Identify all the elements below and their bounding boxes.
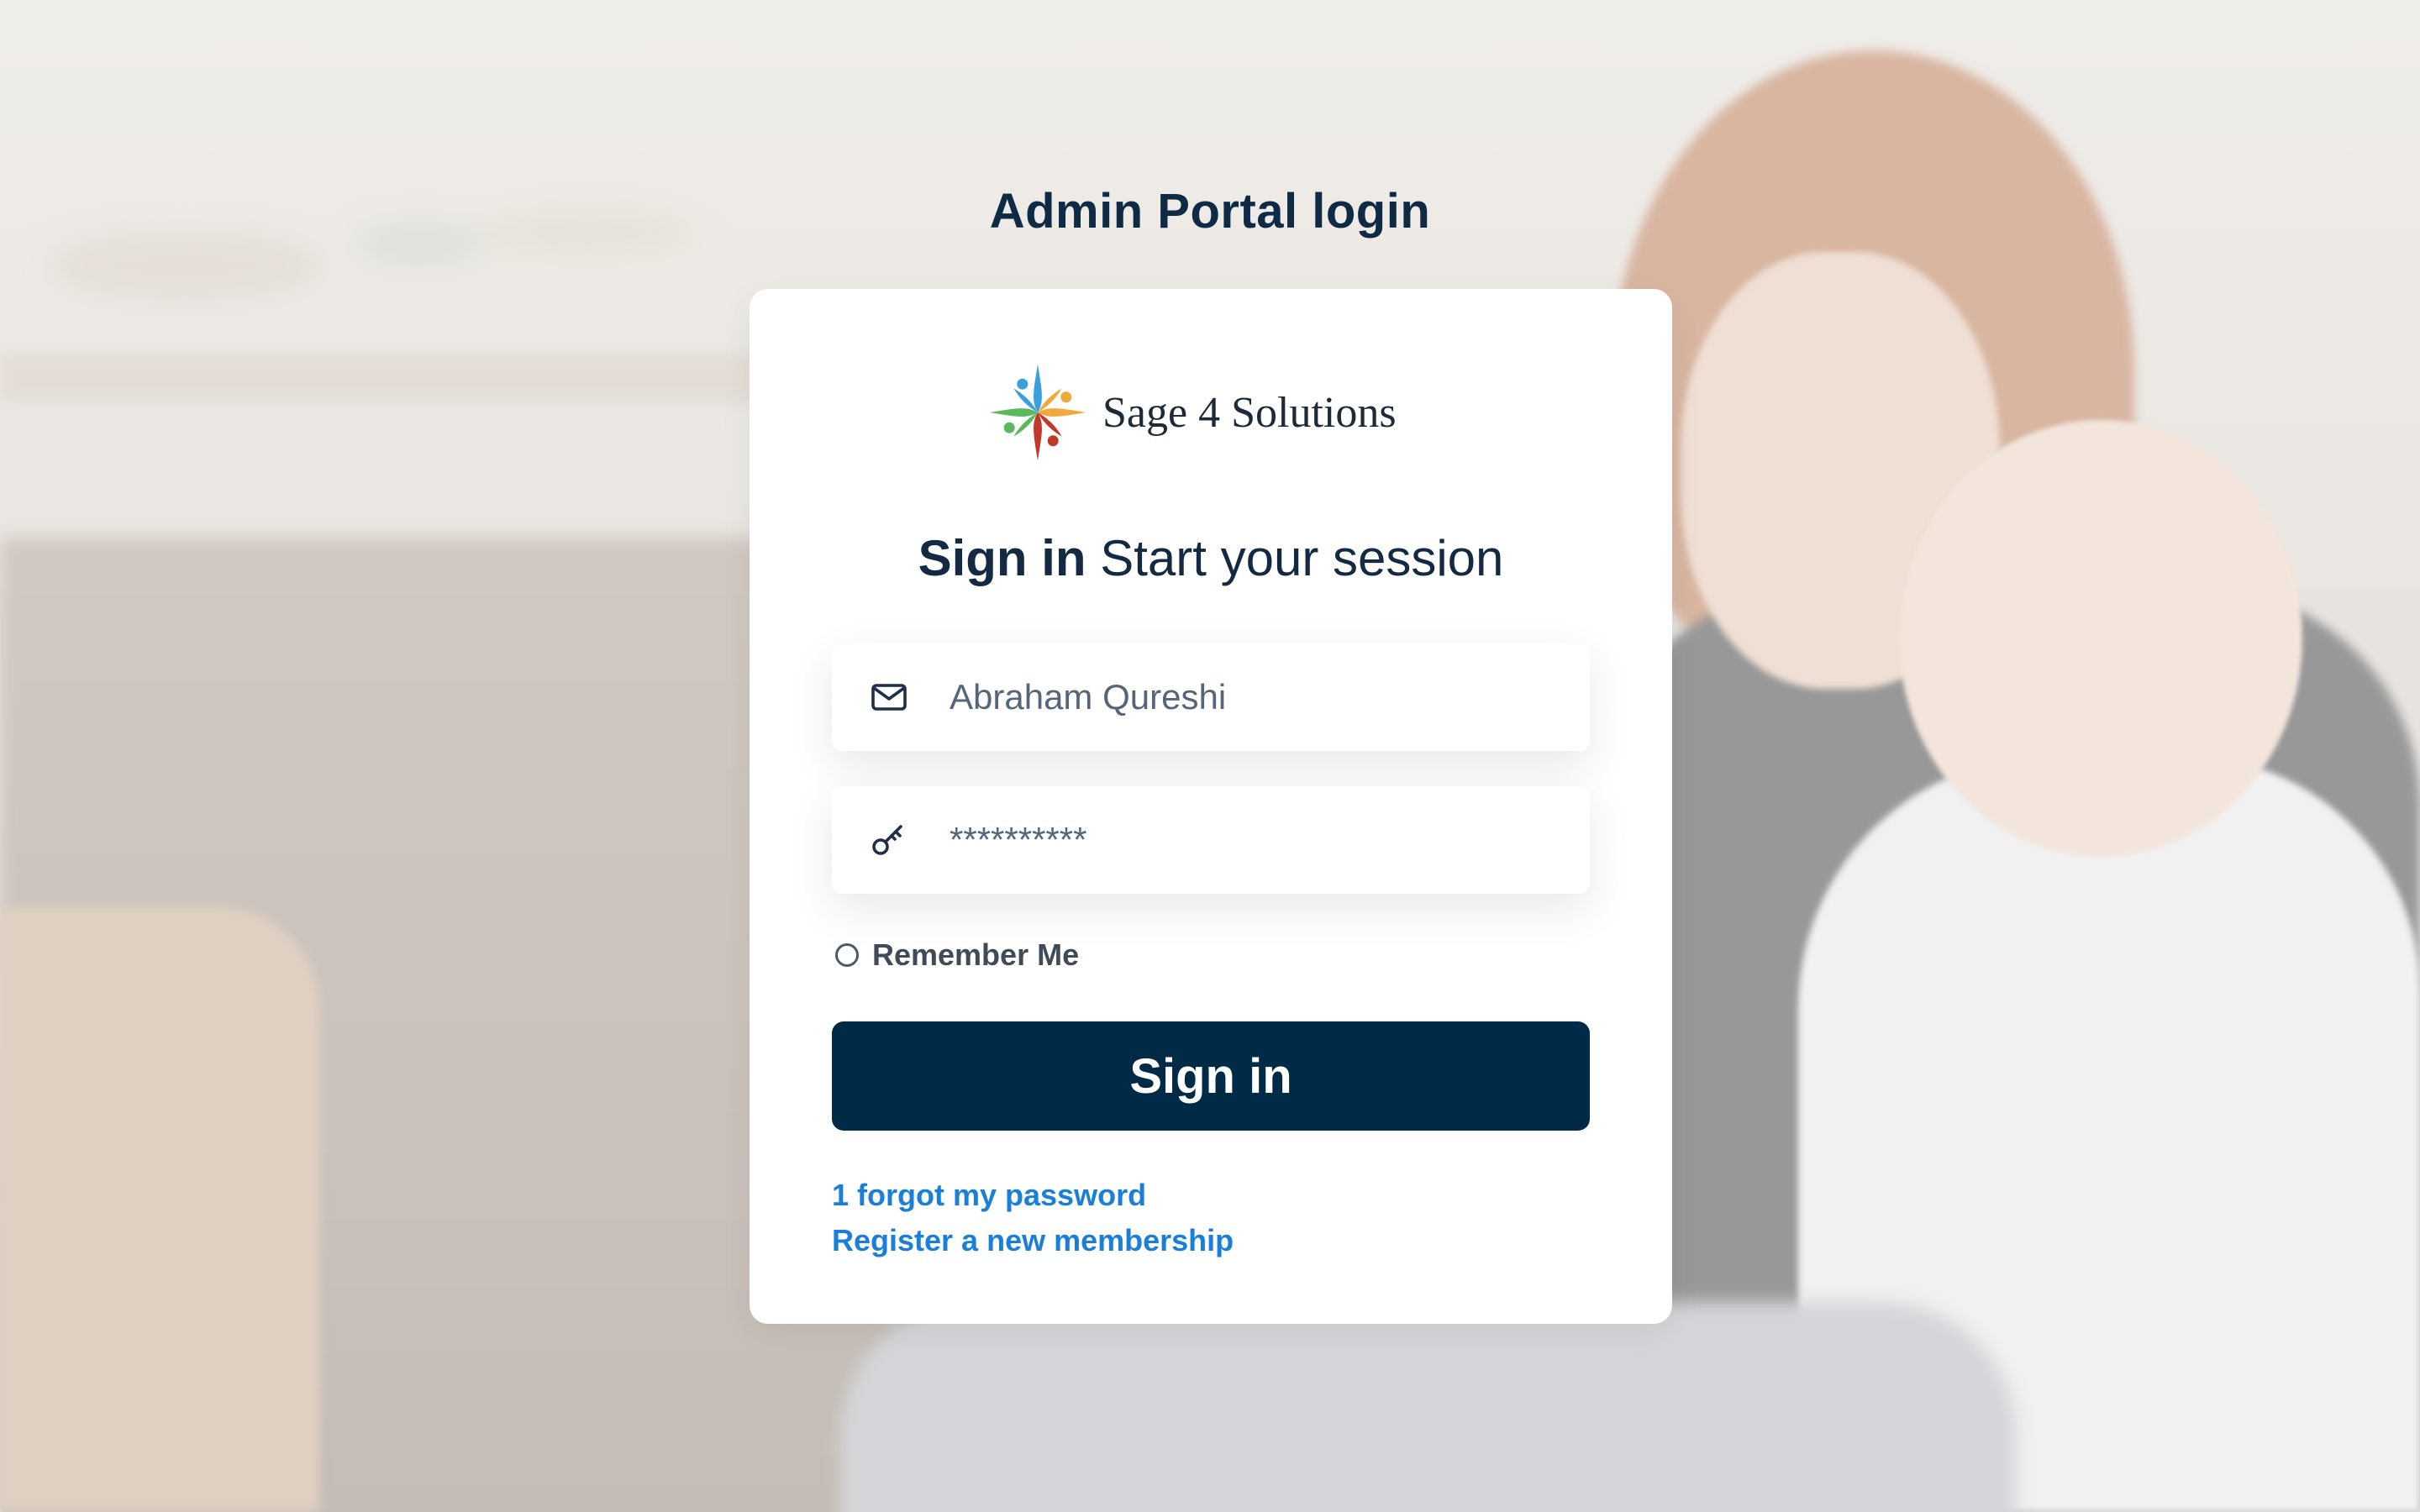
sign-in-button[interactable]: Sign in xyxy=(832,1021,1590,1131)
heading-strong: Sign in xyxy=(918,530,1086,586)
sign-in-heading: Sign in Start your session xyxy=(750,529,1672,587)
register-link[interactable]: Register a new membership xyxy=(832,1223,1234,1258)
remember-label: Remember Me xyxy=(872,937,1080,972)
login-card: Sage 4 Solutions Sign in Start your sess… xyxy=(750,289,1672,1324)
forgot-password-link[interactable]: 1 forgot my password xyxy=(832,1178,1146,1213)
remember-me[interactable]: Remember Me xyxy=(835,937,1079,973)
brand-logo: Sage 4 Solutions xyxy=(983,358,1397,467)
remember-radio[interactable] xyxy=(835,943,859,967)
password-input[interactable] xyxy=(950,786,1571,894)
brand-name: Sage 4 Solutions xyxy=(1102,388,1397,437)
page-title: Admin Portal login xyxy=(989,184,1431,239)
logo-icon xyxy=(989,364,1086,461)
key-icon xyxy=(869,820,909,860)
email-field[interactable] xyxy=(832,643,1590,751)
mail-icon xyxy=(869,677,909,717)
email-input[interactable] xyxy=(950,643,1571,751)
heading-rest: Start your session xyxy=(1100,530,1504,586)
password-field[interactable] xyxy=(832,786,1590,894)
